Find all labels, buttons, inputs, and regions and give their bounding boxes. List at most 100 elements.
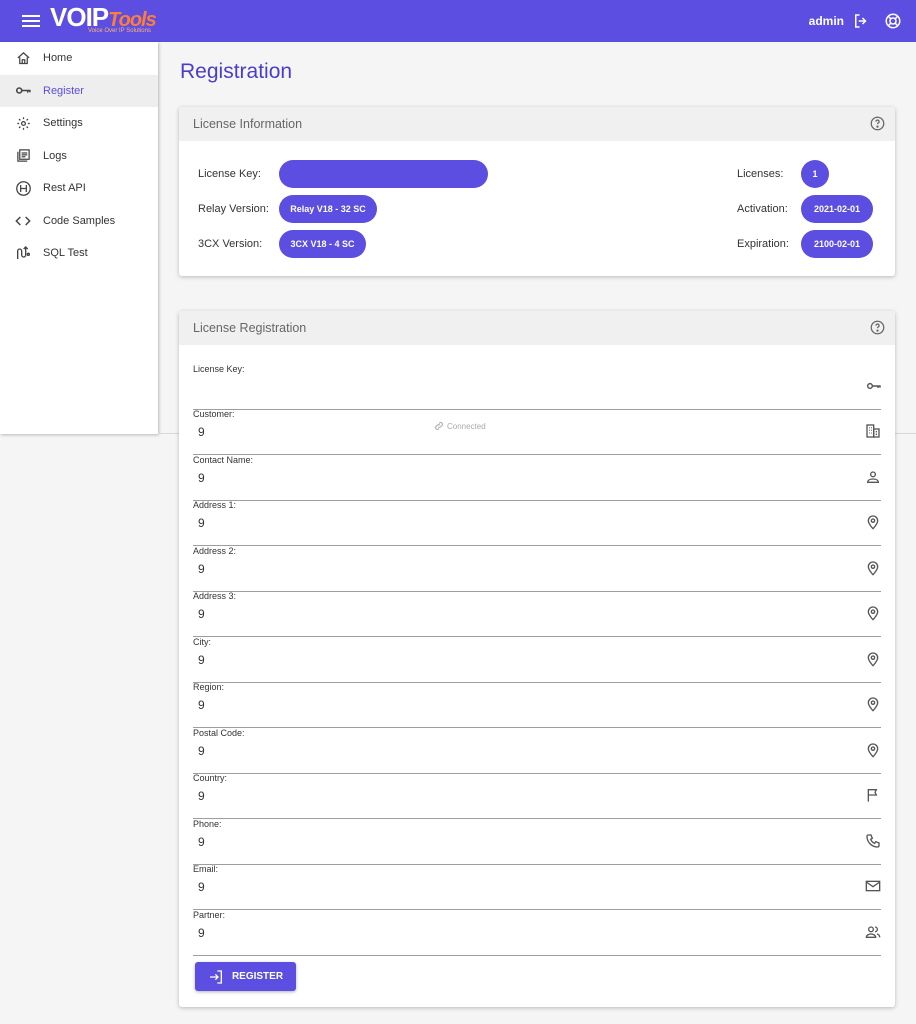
location-pin-icon [865,514,881,530]
relay-version-value: Relay V18 - 32 SC [279,195,377,223]
voiptools-logo: VOIPTools Voice Over IP Solutions [50,2,157,34]
support-icon[interactable] [884,12,902,30]
field-label: Phone: [193,819,222,829]
card-title: License Registration [193,321,307,335]
field-value[interactable]: 9 [198,835,205,849]
field-value[interactable]: 9 [198,471,205,485]
postal-code-field[interactable]: Postal Code: 9 [193,728,881,774]
sidebar-item-code-samples[interactable]: Code Samples [0,205,158,238]
sidebar-item-label: Register [43,84,84,97]
field-label: City: [193,637,211,647]
activation-value: 2021-02-01 [801,195,873,223]
customer-field[interactable]: Customer: 9 [193,409,881,455]
license-information-card: License Information License Key: Relay V… [179,107,895,276]
field-value[interactable]: 9 [198,744,205,758]
address-1-field[interactable]: Address 1: 9 [193,500,881,546]
field-label: Postal Code: [193,728,245,738]
sidebar-item-logs[interactable]: Logs [0,140,158,173]
flag-icon [865,787,881,803]
field-label: Region: [193,682,225,692]
help-circle-icon[interactable] [870,320,885,335]
help-circle-icon[interactable] [870,116,885,131]
sidebar-item-label: Code Samples [43,214,116,227]
field-label: Partner: [193,910,226,920]
sidebar-item-home[interactable]: Home [0,42,158,75]
license-registration-card: License Registration License Key: Custom… [179,311,895,1007]
building-icon [865,423,881,439]
sidebar-item-label: SQL Test [43,247,88,260]
licenses-value: 1 [801,160,829,188]
field-value[interactable]: 9 [198,425,205,439]
sidebar-item-rest-api[interactable]: Rest API [0,172,158,205]
sidebar-item-label: Rest API [43,182,86,195]
field-value[interactable]: 9 [198,562,205,576]
field-value[interactable]: 9 [198,653,205,667]
field-value[interactable]: 9 [198,789,205,803]
relay-version-label: Relay Version: [198,203,269,215]
field-label: Country: [193,773,228,783]
logout-icon[interactable] [852,12,870,30]
licenses-label: Licenses: [737,168,784,180]
field-label: Customer: [193,409,235,419]
gear-icon [14,114,32,132]
sidebar-nav: Home Register Settings Logs Rest API Cod… [0,42,158,434]
country-field[interactable]: Country: 9 [193,773,881,819]
license-key-label: License Key: [198,168,261,180]
field-value[interactable]: 9 [198,516,205,530]
expiration-value: 2100-02-01 [801,230,873,258]
register-label: REGISTER [231,971,284,982]
location-pin-icon [865,651,881,667]
license-key-field[interactable]: License Key: [193,364,881,410]
people-icon [865,924,881,940]
email-field[interactable]: Email: 9 [193,864,881,910]
key-icon [14,82,32,100]
sql-icon [14,244,32,262]
field-label: Address 2: [193,546,237,556]
field-value[interactable]: 9 [198,607,205,621]
expiration-label: Expiration: [737,238,789,250]
address-3-field[interactable]: Address 3: 9 [193,591,881,637]
username-label: admin [808,14,844,28]
contact-name-field[interactable]: Contact Name: 9 [193,455,881,501]
sidebar-item-settings[interactable]: Settings [0,107,158,140]
menu-icon[interactable] [20,12,42,30]
card-title: License Information [193,117,303,131]
card-header: License Information [179,107,895,141]
link-icon [435,422,443,430]
sidebar-item-sql-test[interactable]: SQL Test [0,237,158,270]
partner-field[interactable]: Partner: 9 [193,910,881,956]
field-label: License Key: [193,364,245,374]
city-field[interactable]: City: 9 [193,637,881,683]
field-label: Address 1: [193,500,237,510]
sidebar-item-label: Home [43,52,73,65]
field-value[interactable]: 9 [198,880,205,894]
logs-icon [14,147,32,165]
email-icon [865,878,881,894]
person-icon [865,469,881,485]
field-label: Contact Name: [193,455,254,465]
region-field[interactable]: Region: 9 [193,682,881,728]
location-pin-icon [865,560,881,576]
home-icon [14,49,32,67]
field-label: Email: [193,864,219,874]
api-icon [14,179,32,197]
field-value[interactable]: 9 [198,698,205,712]
location-pin-icon [865,605,881,621]
sidebar-item-label: Logs [43,149,67,162]
top-app-bar: VOIPTools Voice Over IP Solutions admin [0,0,916,42]
cx-version-value: 3CX V18 - 4 SC [279,230,366,258]
code-icon [14,212,32,230]
address-2-field[interactable]: Address 2: 9 [193,546,881,592]
phone-icon [865,833,881,849]
register-button[interactable]: REGISTER [195,962,296,991]
license-key-value [279,160,488,188]
phone-field[interactable]: Phone: 9 [193,819,881,865]
connection-status: Connected [434,421,486,431]
field-value[interactable]: 9 [198,926,205,940]
location-pin-icon [865,696,881,712]
sidebar-item-label: Settings [43,117,83,130]
sidebar-item-register[interactable]: Register [0,74,158,107]
connection-status-text: Connected [447,421,486,431]
field-label: Address 3: [193,591,237,601]
location-pin-icon [865,742,881,758]
